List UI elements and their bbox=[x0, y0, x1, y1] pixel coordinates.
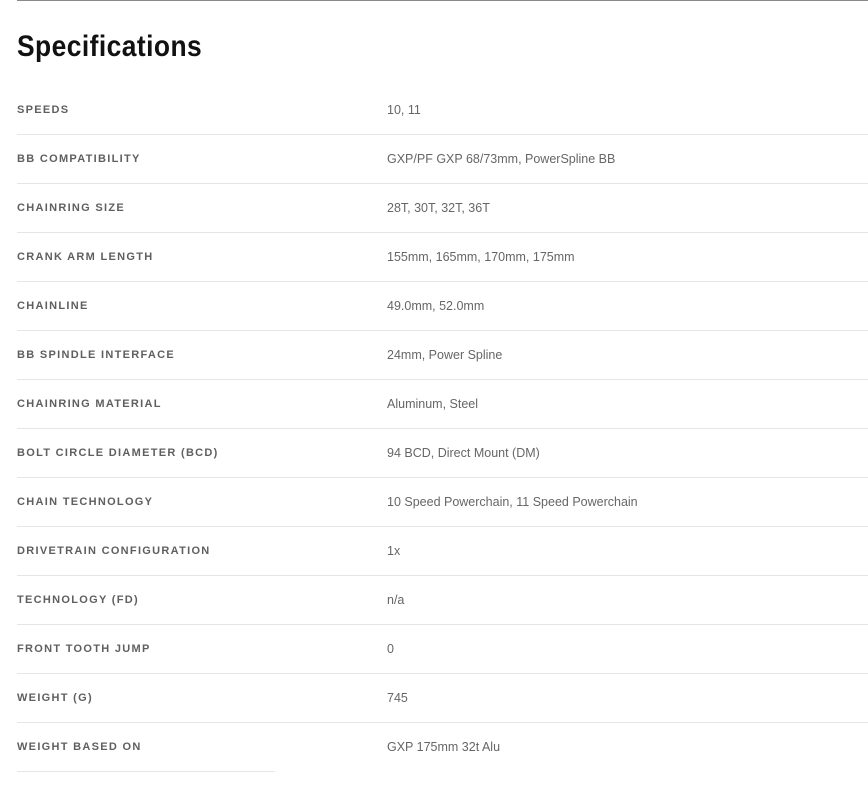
spec-label: CHAINLINE bbox=[17, 300, 89, 312]
spec-label: CRANK ARM LENGTH bbox=[17, 251, 154, 263]
spec-label: DRIVETRAIN CONFIGURATION bbox=[17, 545, 211, 557]
spec-label: BB SPINDLE INTERFACE bbox=[17, 349, 176, 361]
spec-label: CHAINRING SIZE bbox=[17, 202, 126, 214]
spec-value: 1x bbox=[387, 544, 401, 558]
spec-value: 155mm, 165mm, 170mm, 175mm bbox=[387, 250, 575, 264]
spec-label: CHAINRING MATERIAL bbox=[17, 398, 162, 410]
spec-label: FRONT TOOTH JUMP bbox=[17, 643, 151, 655]
spec-label: BB COMPATIBILITY bbox=[17, 153, 141, 165]
spec-row-crank-arm-length: CRANK ARM LENGTH 155mm, 165mm, 170mm, 17… bbox=[17, 233, 868, 282]
spec-value: 10 Speed Powerchain, 11 Speed Powerchain bbox=[387, 495, 638, 509]
spec-value: 24mm, Power Spline bbox=[387, 348, 503, 362]
spec-label: CHAIN TECHNOLOGY bbox=[17, 496, 154, 508]
specifications-table: SPEEDS 10, 11 BB COMPATIBILITY GXP/PF GX… bbox=[17, 86, 868, 772]
spec-value: n/a bbox=[387, 593, 405, 607]
spec-row-front-tooth-jump: FRONT TOOTH JUMP 0 bbox=[17, 625, 868, 674]
spec-label: TECHNOLOGY (FD) bbox=[17, 594, 139, 606]
spec-row-bolt-circle-diameter: BOLT CIRCLE DIAMETER (BCD) 94 BCD, Direc… bbox=[17, 429, 868, 478]
spec-value: Aluminum, Steel bbox=[387, 397, 479, 411]
spec-row-chainring-size: CHAINRING SIZE 28T, 30T, 32T, 36T bbox=[17, 184, 868, 233]
spec-row-drivetrain-configuration: DRIVETRAIN CONFIGURATION 1x bbox=[17, 527, 868, 576]
spec-value: 745 bbox=[387, 691, 408, 705]
spec-value: 28T, 30T, 32T, 36T bbox=[387, 201, 490, 215]
spec-value: 49.0mm, 52.0mm bbox=[387, 299, 485, 313]
spec-row-technology-fd: TECHNOLOGY (FD) n/a bbox=[17, 576, 868, 625]
spec-label: SPEEDS bbox=[17, 104, 70, 116]
spec-row-bb-compatibility: BB COMPATIBILITY GXP/PF GXP 68/73mm, Pow… bbox=[17, 135, 868, 184]
spec-row-chainline: CHAINLINE 49.0mm, 52.0mm bbox=[17, 282, 868, 331]
spec-label: WEIGHT BASED ON bbox=[17, 741, 142, 753]
spec-label: WEIGHT (G) bbox=[17, 692, 93, 704]
spec-label: BOLT CIRCLE DIAMETER (BCD) bbox=[17, 447, 219, 459]
spec-row-chain-technology: CHAIN TECHNOLOGY 10 Speed Powerchain, 11… bbox=[17, 478, 868, 527]
spec-value: GXP 175mm 32t Alu bbox=[387, 740, 501, 754]
top-divider bbox=[17, 0, 868, 1]
spec-value: 0 bbox=[387, 642, 394, 656]
spec-row-weight: WEIGHT (G) 745 bbox=[17, 674, 868, 723]
page-title: Specifications bbox=[17, 30, 203, 63]
spec-row-chainring-material: CHAINRING MATERIAL Aluminum, Steel bbox=[17, 380, 868, 429]
spec-value: 10, 11 bbox=[387, 103, 421, 117]
spec-row-weight-based-on: WEIGHT BASED ON GXP 175mm 32t Alu bbox=[17, 723, 868, 772]
spec-value: 94 BCD, Direct Mount (DM) bbox=[387, 446, 540, 460]
spec-row-bb-spindle-interface: BB SPINDLE INTERFACE 24mm, Power Spline bbox=[17, 331, 868, 380]
spec-value: GXP/PF GXP 68/73mm, PowerSpline BB bbox=[387, 152, 616, 166]
spec-row-speeds: SPEEDS 10, 11 bbox=[17, 86, 868, 135]
